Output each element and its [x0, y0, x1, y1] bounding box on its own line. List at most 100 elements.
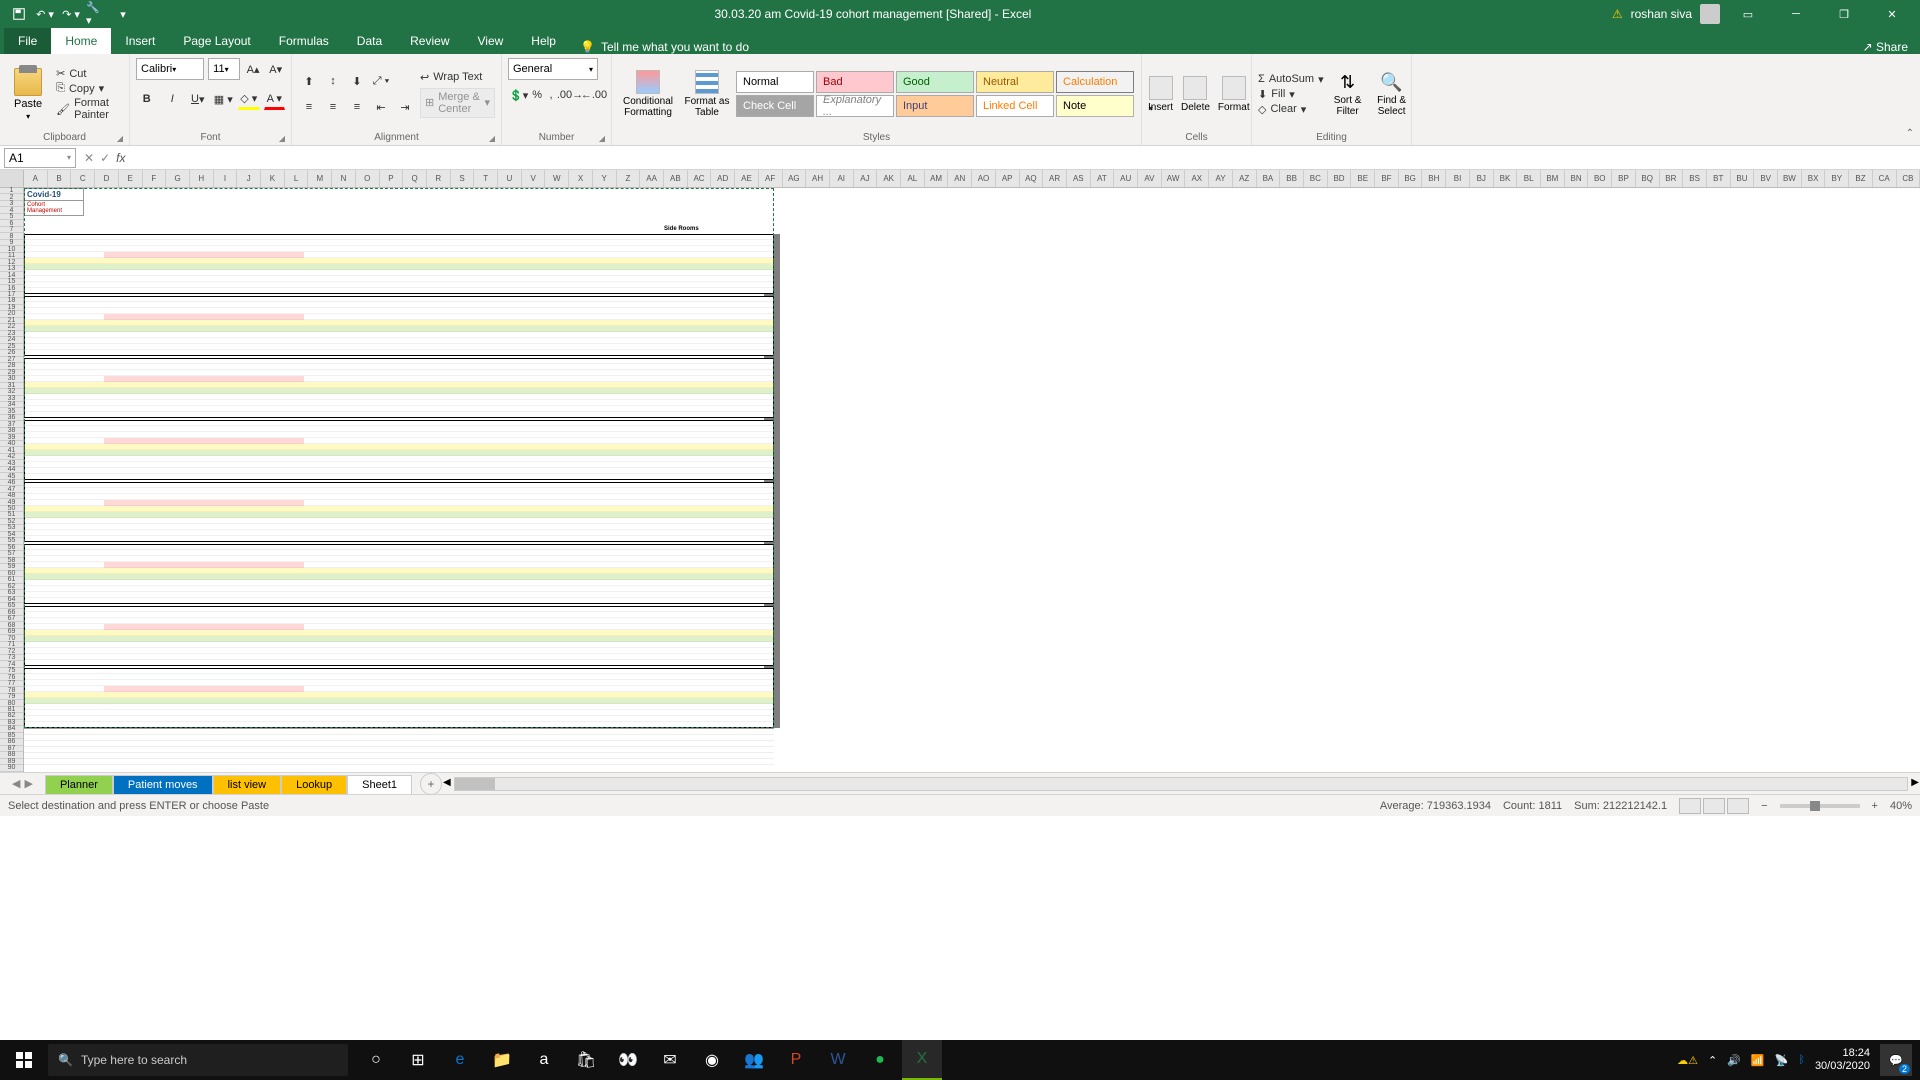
insert-cells-button[interactable]: Insert	[1148, 76, 1173, 113]
fill-color-button[interactable]: ◇ ▾	[238, 88, 260, 110]
wifi-icon[interactable]: 📡	[1775, 1054, 1789, 1067]
cut-button[interactable]: ✂Cut	[56, 67, 121, 80]
style-calculation[interactable]: Calculation	[1056, 71, 1134, 93]
zoom-level[interactable]: 40%	[1890, 800, 1912, 812]
font-name-select[interactable]: Calibri▾	[136, 58, 204, 80]
hscroll-thumb[interactable]	[455, 778, 495, 790]
zoom-in-icon[interactable]: +	[1872, 800, 1878, 812]
taskbar-clock[interactable]: 18:24 30/03/2020	[1815, 1047, 1870, 1073]
teams-icon[interactable]: 👥	[734, 1040, 774, 1080]
tab-pagelayout[interactable]: Page Layout	[169, 28, 264, 54]
save-icon[interactable]	[8, 3, 30, 25]
volume-icon[interactable]: 🔊	[1727, 1054, 1741, 1067]
qat-customize-icon[interactable]: ▾	[112, 3, 134, 25]
tab-review[interactable]: Review	[396, 28, 463, 54]
font-launcher-icon[interactable]: ◢	[279, 134, 285, 143]
clear-button[interactable]: ◇Clear ▾	[1258, 103, 1324, 116]
add-sheet-button[interactable]: +	[420, 773, 442, 795]
powerpoint-icon[interactable]: P	[776, 1040, 816, 1080]
delete-cells-button[interactable]: Delete	[1181, 76, 1210, 113]
underline-button[interactable]: U ▾	[187, 88, 209, 110]
style-explanatory[interactable]: Explanatory ...	[816, 95, 894, 117]
autosum-button[interactable]: ΣAutoSum ▾	[1258, 73, 1324, 86]
align-right-icon[interactable]: ≡	[346, 96, 368, 118]
start-button[interactable]	[0, 1040, 48, 1080]
style-check-cell[interactable]: Check Cell	[736, 95, 814, 117]
ribbon-display-icon[interactable]: ▭	[1728, 0, 1768, 28]
border-button[interactable]: ▦ ▾	[213, 88, 235, 110]
warning-icon[interactable]: ⚠	[1612, 7, 1623, 21]
tab-formulas[interactable]: Formulas	[265, 28, 343, 54]
edge-icon[interactable]: e	[440, 1040, 480, 1080]
increase-indent-icon[interactable]: ⇥	[394, 96, 416, 118]
style-input[interactable]: Input	[896, 95, 974, 117]
tab-home[interactable]: Home	[51, 28, 111, 54]
orientation-icon[interactable]: ⤢ ▾	[370, 70, 392, 92]
paste-button[interactable]: Paste ▾	[6, 66, 50, 123]
sheet-nav-first-icon[interactable]: ◀	[12, 777, 20, 790]
align-middle-icon[interactable]: ↕	[322, 70, 344, 92]
style-neutral[interactable]: Neutral	[976, 71, 1054, 93]
tab-help[interactable]: Help	[517, 28, 570, 54]
cortana-icon[interactable]: ○	[356, 1040, 396, 1080]
style-linked-cell[interactable]: Linked Cell	[976, 95, 1054, 117]
tab-data[interactable]: Data	[343, 28, 396, 54]
qat-more-icon[interactable]: 🔧 ▾	[86, 3, 108, 25]
align-center-icon[interactable]: ≡	[322, 96, 344, 118]
align-bottom-icon[interactable]: ⬇	[346, 70, 368, 92]
share-button[interactable]: ↗ Share	[1863, 40, 1908, 54]
wrap-text-button[interactable]: ↩Wrap Text	[420, 71, 495, 84]
decrease-decimal-icon[interactable]: ←.00	[583, 84, 605, 106]
zoom-slider[interactable]	[1780, 804, 1860, 808]
hscroll-right-icon[interactable]: ▶	[1911, 777, 1919, 788]
cells-grid[interactable]: Covid-19 Cohort Management Side Rooms (f…	[24, 188, 1920, 772]
conditional-formatting-button[interactable]: Conditional Formatting	[618, 70, 678, 118]
amazon-icon[interactable]: a	[524, 1040, 564, 1080]
chrome-icon[interactable]: ◉	[692, 1040, 732, 1080]
view-page-break-icon[interactable]	[1727, 798, 1749, 814]
tab-view[interactable]: View	[464, 28, 518, 54]
sheet-tab-sheet1[interactable]: Sheet1	[347, 775, 412, 794]
taskbar-search[interactable]: 🔍 Type here to search	[48, 1044, 348, 1076]
number-format-select[interactable]: General▾	[508, 58, 598, 80]
minimize-button[interactable]: ─	[1776, 0, 1816, 28]
sheet-subtitle-cell[interactable]: Cohort Management	[24, 200, 84, 216]
comma-format-icon[interactable]: ,	[545, 84, 557, 106]
onedrive-warning-icon[interactable]: ☁⚠	[1677, 1054, 1698, 1067]
undo-icon[interactable]: ↶ ▾	[34, 3, 56, 25]
font-color-button[interactable]: A ▾	[264, 88, 286, 110]
italic-button[interactable]: I	[162, 88, 184, 110]
font-size-select[interactable]: 11▾	[208, 58, 240, 80]
notifications-icon[interactable]: 💬2	[1880, 1044, 1912, 1076]
align-left-icon[interactable]: ≡	[298, 96, 320, 118]
row-headers[interactable]: document.write(Array.from({length:90},(_…	[0, 188, 24, 772]
side-rooms-header[interactable]: Side Rooms	[664, 226, 699, 232]
tell-me-search[interactable]: 💡 Tell me what you want to do	[570, 40, 749, 54]
excel-icon[interactable]: X	[902, 1040, 942, 1080]
decrease-font-icon[interactable]: A▾	[266, 58, 285, 80]
column-headers[interactable]: document.write(Array.from({length:80},(_…	[0, 170, 1920, 188]
sheet-nav-prev-icon[interactable]: ▶	[24, 777, 32, 790]
format-as-table-button[interactable]: Format as Table	[682, 70, 732, 118]
enter-formula-icon[interactable]: ✓	[100, 151, 110, 165]
word-icon[interactable]: W	[818, 1040, 858, 1080]
horizontal-scrollbar[interactable]: ◀ ▶	[454, 777, 1908, 791]
clipboard-launcher-icon[interactable]: ◢	[117, 134, 123, 143]
view-page-layout-icon[interactable]	[1703, 798, 1725, 814]
task-view-icon[interactable]: ⊞	[398, 1040, 438, 1080]
zoom-out-icon[interactable]: −	[1761, 800, 1767, 812]
sheet-tab-patient-moves[interactable]: Patient moves	[113, 775, 213, 794]
tab-file[interactable]: File	[4, 28, 51, 54]
name-box[interactable]: A1▾	[4, 148, 76, 168]
fill-button[interactable]: ⬇Fill ▾	[1258, 88, 1324, 101]
view-normal-icon[interactable]	[1679, 798, 1701, 814]
align-top-icon[interactable]: ⬆	[298, 70, 320, 92]
spotify-icon[interactable]: ●	[860, 1040, 900, 1080]
percent-format-icon[interactable]: %	[531, 84, 543, 106]
increase-decimal-icon[interactable]: .00→	[559, 84, 581, 106]
tripadvisor-icon[interactable]: 👀	[608, 1040, 648, 1080]
mail-icon[interactable]: ✉	[650, 1040, 690, 1080]
worksheet-area[interactable]: document.write(Array.from({length:80},(_…	[0, 170, 1920, 772]
tray-expand-icon[interactable]: ⌃	[1708, 1054, 1717, 1067]
copy-button[interactable]: ⎘Copy ▾	[56, 82, 121, 95]
